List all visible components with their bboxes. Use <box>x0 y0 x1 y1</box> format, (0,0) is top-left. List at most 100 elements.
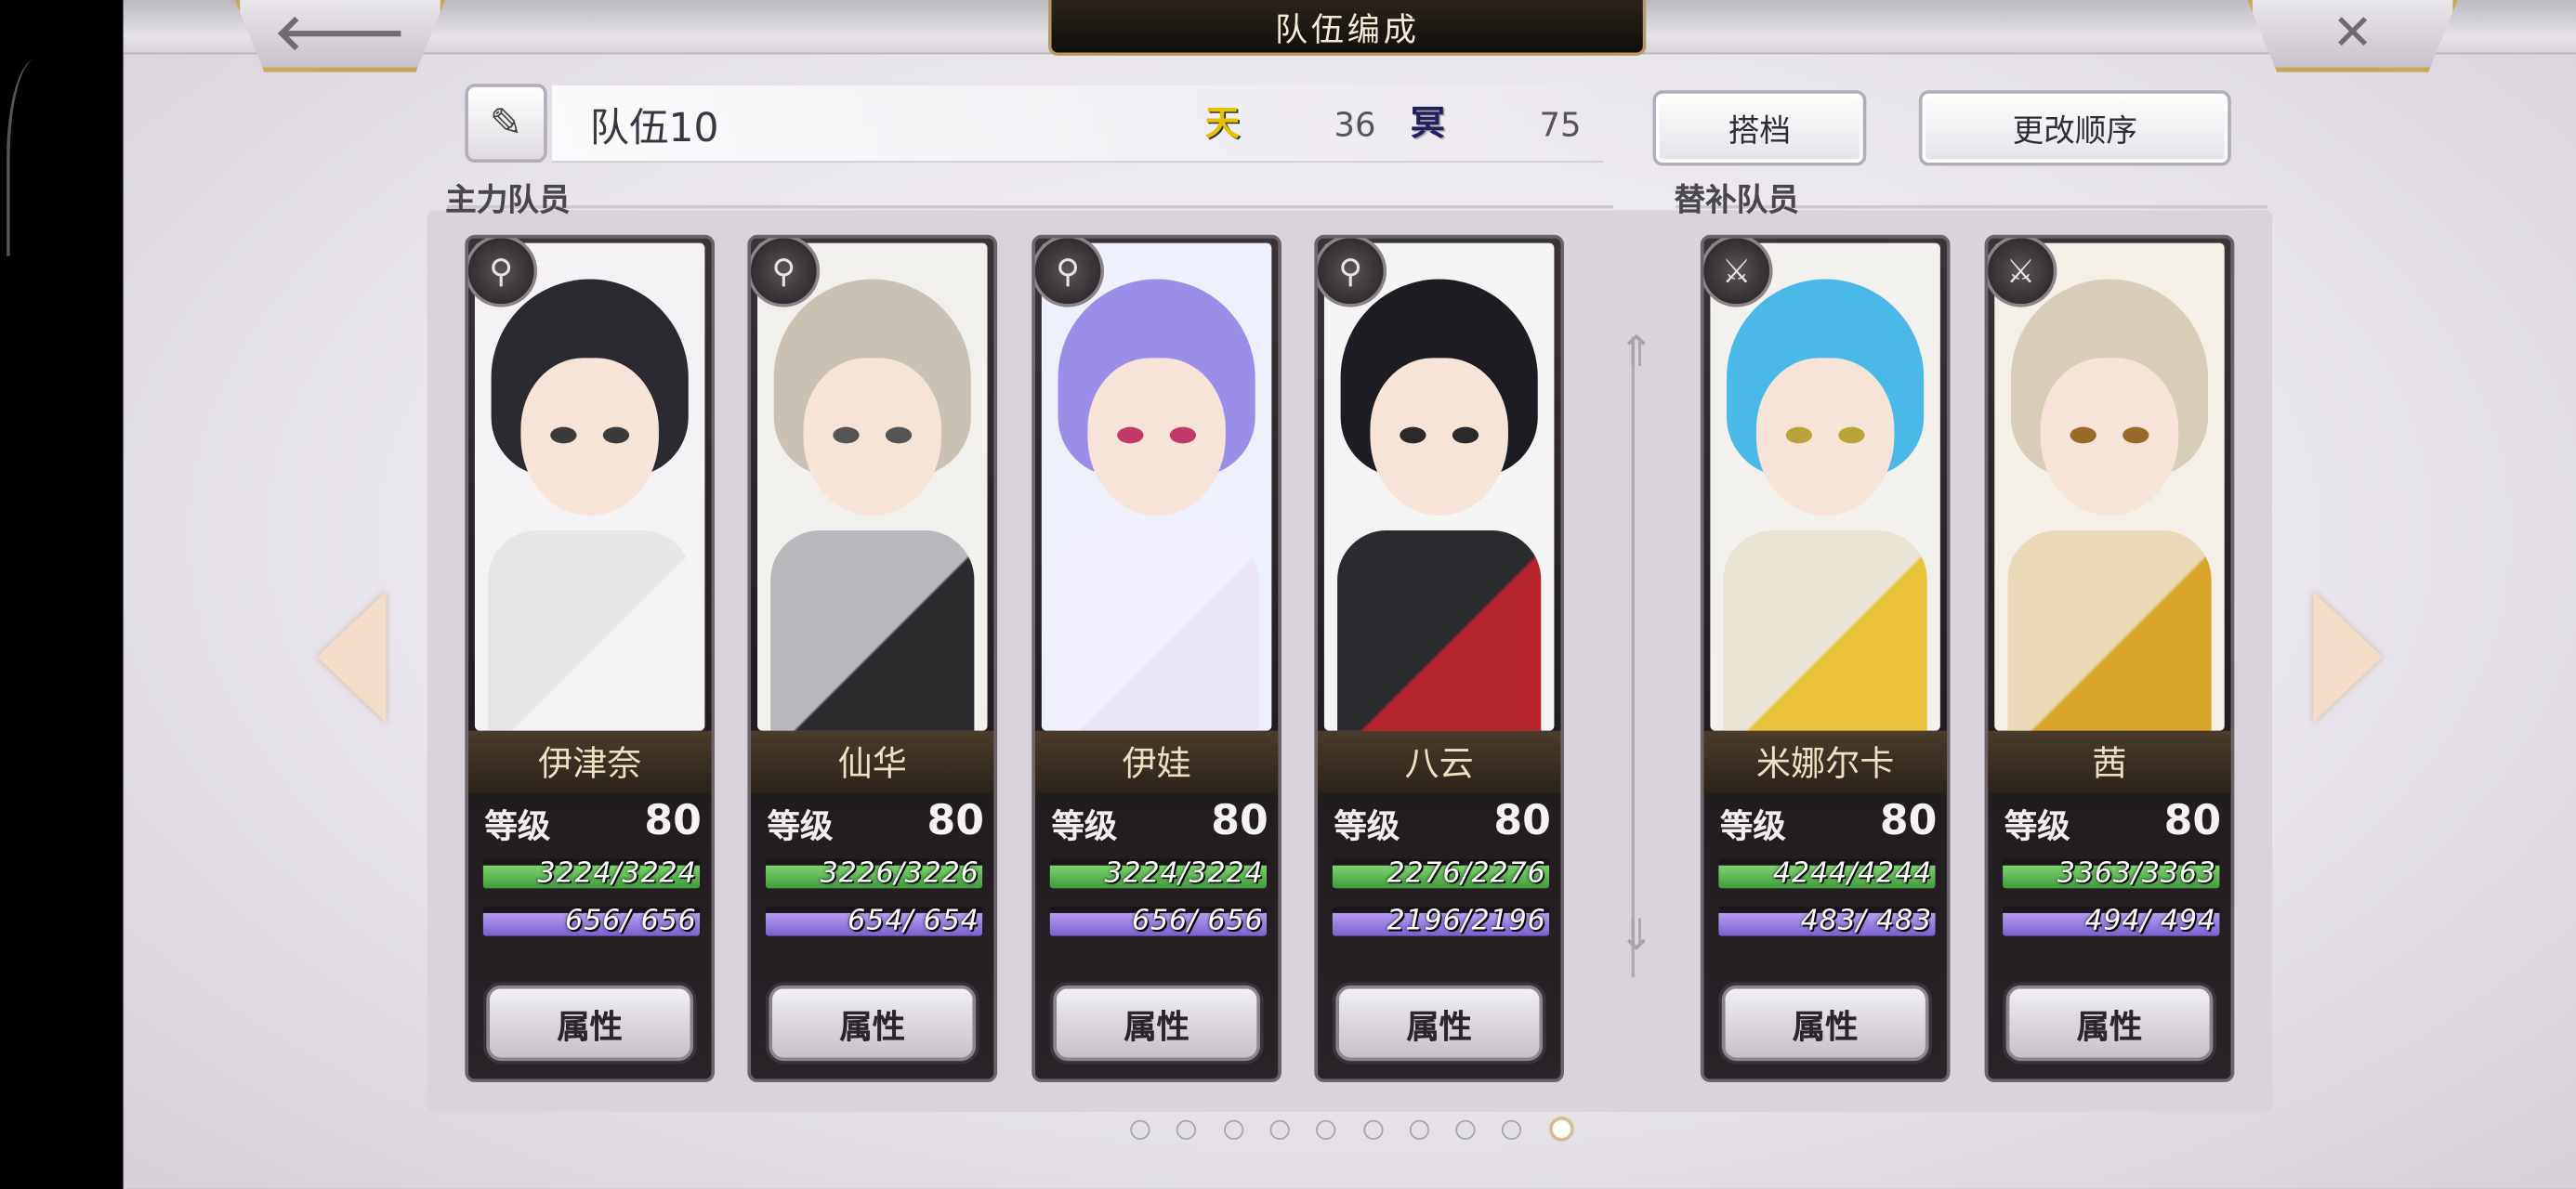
mp-bar: 654/ 654 <box>765 906 983 936</box>
level-label: 等级 <box>484 806 551 846</box>
page-dot[interactable] <box>1409 1119 1429 1140</box>
staff-icon: ⚲ <box>467 238 538 307</box>
hp-value: 3226/3226 <box>820 858 979 889</box>
level-row: 等级 80 <box>767 796 984 849</box>
level-value: 80 <box>1493 796 1551 844</box>
portrait-body <box>1337 530 1542 731</box>
page-dot[interactable] <box>1269 1119 1290 1140</box>
member-card[interactable]: ⚲ 伊津奈 等级 80 3224/3224 656/ 656 属性 <box>465 234 716 1083</box>
member-card[interactable]: ⚲ 伊娃 等级 80 3224/3224 656/ 656 属性 <box>1032 234 1281 1083</box>
page-dot[interactable] <box>1455 1119 1476 1140</box>
hp-bar: 3224/3224 <box>482 858 701 889</box>
edit-team-name-button[interactable]: ✎ <box>465 84 547 163</box>
level-row: 等级 80 <box>1051 796 1268 849</box>
mp-bar: 494/ 494 <box>2003 906 2220 936</box>
portrait-eye <box>1785 426 1812 444</box>
portrait-face <box>520 358 659 516</box>
reorder-button[interactable]: 更改顺序 <box>1918 90 2231 166</box>
attributes-button[interactable]: 属性 <box>769 985 977 1062</box>
dark-attribute-icon: 冥 <box>1410 103 1445 143</box>
portrait-body <box>2007 530 2212 731</box>
mp-bar: 656/ 656 <box>1049 906 1268 936</box>
member-portrait[interactable] <box>1323 242 1555 731</box>
portrait-eye <box>1838 426 1865 444</box>
sword-icon: ⚔ <box>1703 238 1773 307</box>
member-portrait[interactable] <box>757 242 988 731</box>
mp-bar: 656/ 656 <box>482 906 701 936</box>
member-portrait[interactable] <box>1994 242 2225 731</box>
hp-bar: 3224/3224 <box>1049 858 1268 889</box>
portrait-eye <box>1169 426 1197 444</box>
hp-value: 2276/2276 <box>1387 858 1546 889</box>
portrait-body <box>1054 530 1259 731</box>
attributes-button[interactable]: 属性 <box>1335 985 1544 1062</box>
member-name: 米娜尔卡 <box>1755 743 1895 784</box>
portrait-face <box>1755 358 1895 516</box>
level-label: 等级 <box>2004 806 2070 846</box>
level-row: 等级 80 <box>2004 796 2221 849</box>
level-label: 等级 <box>1719 806 1786 846</box>
hp-bar: 3226/3226 <box>765 858 983 889</box>
portrait-eye <box>885 426 913 444</box>
staff-icon: ⚲ <box>750 238 821 307</box>
portrait-body <box>488 530 692 731</box>
hp-value: 3224/3224 <box>1104 858 1264 889</box>
close-button[interactable]: ✕ <box>2247 0 2458 72</box>
mp-value: 656/ 656 <box>565 906 697 936</box>
member-name: 茜 <box>2092 743 2127 784</box>
level-row: 等级 80 <box>1719 796 1937 849</box>
member-name: 仙华 <box>837 743 907 784</box>
portrait-eye <box>1452 426 1479 444</box>
page-dot-active[interactable] <box>1548 1117 1574 1142</box>
member-portrait[interactable] <box>1710 242 1940 731</box>
page-dot[interactable] <box>1362 1119 1383 1140</box>
portrait-eye <box>1400 426 1426 444</box>
page-dot[interactable] <box>1223 1119 1243 1140</box>
member-portrait[interactable] <box>1041 242 1272 731</box>
mp-bar: 483/ 483 <box>1718 906 1936 936</box>
staff-icon: ⚲ <box>1317 238 1387 307</box>
hp-bar: 2276/2276 <box>1332 858 1550 889</box>
attributes-button[interactable]: 属性 <box>1053 985 1260 1062</box>
main-members-label: 主力队员 <box>445 182 571 219</box>
member-card[interactable]: ⚲ 八云 等级 80 2276/2276 2196/2196 属性 <box>1314 234 1565 1083</box>
hp-bar: 4244/4244 <box>1718 858 1936 889</box>
member-card[interactable]: ⚲ 仙华 等级 80 3226/3226 654/ 654 属性 <box>747 234 998 1083</box>
portrait-eye <box>2070 426 2096 444</box>
member-name: 伊娃 <box>1122 743 1191 784</box>
prev-page-arrow-icon[interactable] <box>317 591 387 723</box>
staff-icon: ⚲ <box>1034 238 1105 307</box>
level-value: 80 <box>1211 796 1268 844</box>
member-card[interactable]: ⚔ 茜 等级 80 3363/3363 494/ 494 属性 <box>1984 234 2235 1083</box>
hp-value: 3224/3224 <box>537 858 697 889</box>
mp-value: 494/ 494 <box>2084 906 2216 936</box>
portrait-eye <box>2123 426 2149 444</box>
level-value: 80 <box>644 796 702 844</box>
hp-value: 4244/4244 <box>1772 858 1933 889</box>
portrait-body <box>770 530 975 731</box>
member-card[interactable]: ⚔ 米娜尔卡 等级 80 4244/4244 483/ 483 属性 <box>1700 234 1951 1083</box>
page-dot[interactable] <box>1130 1119 1150 1140</box>
mp-value: 2196/2196 <box>1387 906 1546 936</box>
member-name: 八云 <box>1404 743 1474 784</box>
attributes-button[interactable]: 属性 <box>1721 985 1929 1062</box>
level-label: 等级 <box>1051 806 1118 846</box>
back-button[interactable]: 🡐 <box>234 0 446 72</box>
member-name: 伊津奈 <box>537 743 642 784</box>
member-name-plate: 伊津奈 <box>467 730 712 793</box>
level-value: 80 <box>2163 796 2222 844</box>
portrait-face <box>803 358 942 516</box>
level-label: 等级 <box>1334 806 1400 846</box>
member-portrait[interactable] <box>474 242 705 731</box>
level-row: 等级 80 <box>1334 796 1551 849</box>
portrait-eye <box>602 426 630 444</box>
member-name-plate: 八云 <box>1317 730 1561 793</box>
next-page-arrow-icon[interactable] <box>2313 591 2383 723</box>
partner-button[interactable]: 搭档 <box>1652 90 1867 166</box>
level-value: 80 <box>927 796 984 844</box>
attributes-button[interactable]: 属性 <box>486 985 694 1062</box>
main-section-line <box>446 204 1614 209</box>
level-label: 等级 <box>767 806 834 846</box>
portrait-body <box>1723 530 1927 731</box>
attributes-button[interactable]: 属性 <box>2005 985 2214 1062</box>
